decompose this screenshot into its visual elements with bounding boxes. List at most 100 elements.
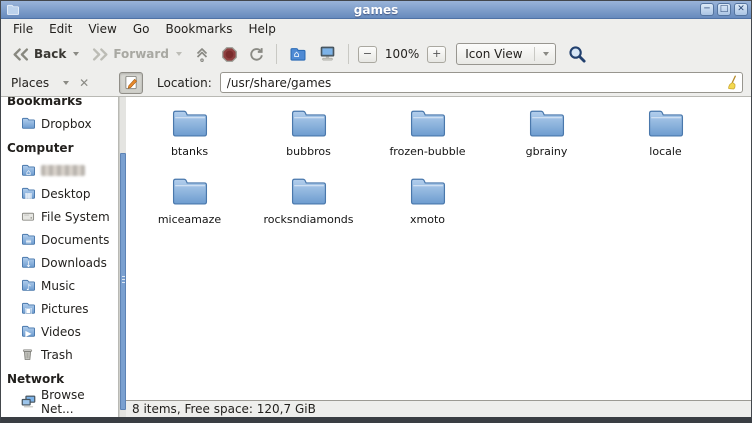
home-button[interactable]: ⌂ — [284, 44, 312, 65]
menu-go[interactable]: Go — [125, 20, 158, 38]
folder-label: gbrainy — [526, 145, 568, 158]
folder-label: rocksndiamonds — [263, 213, 353, 226]
sidebar-item-label: Trash — [41, 348, 73, 362]
sidebar-scrollbar-thumb[interactable] — [120, 153, 126, 410]
folder-icon — [526, 107, 568, 142]
sidebar-item-home[interactable]: ⌂ — [1, 159, 118, 182]
location-input[interactable] — [220, 72, 743, 93]
sidebar-item-documents[interactable]: ≡ Documents — [1, 228, 118, 251]
up-icon — [194, 46, 210, 63]
sidebar-item-downloads[interactable]: ↓Downloads — [1, 251, 118, 274]
back-dropdown-icon[interactable] — [73, 52, 79, 56]
redacted-username — [41, 165, 85, 176]
folder-label: frozen-bubble — [389, 145, 465, 158]
sidebar-section-header: Bookmarks — [1, 97, 118, 112]
folder-icon — [407, 175, 449, 210]
computer-icon — [319, 46, 336, 62]
view-mode-select[interactable]: Icon View — [456, 43, 556, 65]
maximize-button[interactable]: □ — [717, 3, 731, 16]
zoom-level: 100% — [385, 47, 419, 61]
sidebar-item-label: Documents — [41, 233, 109, 247]
folder-miceamaze[interactable]: miceamaze — [130, 175, 249, 239]
documents-folder-icon: ≡ — [21, 233, 36, 246]
forward-button[interactable]: Forward — [86, 44, 187, 64]
sidebar-item-label: Desktop — [41, 187, 91, 201]
sidebar-item-label: Dropbox — [41, 117, 92, 131]
folder-xmoto[interactable]: xmoto — [368, 175, 487, 239]
zoom-out-button[interactable]: − — [358, 46, 377, 63]
folder-icon — [645, 107, 687, 142]
back-icon — [12, 48, 30, 61]
sidebar-close-icon[interactable]: ✕ — [79, 76, 89, 90]
sidebar-item-desktop[interactable]: ▦ Desktop — [1, 182, 118, 205]
folder-icon — [169, 175, 211, 210]
forward-dropdown-icon[interactable] — [176, 52, 182, 56]
pictures-folder-icon: ▣ — [21, 302, 36, 315]
trash-icon — [21, 348, 36, 361]
folder-label: locale — [649, 145, 681, 158]
sidebar-item-videos[interactable]: ▶ Videos — [1, 320, 118, 343]
location-edit-toggle[interactable] — [119, 72, 143, 94]
sidebar-item-pictures[interactable]: ▣ Pictures — [1, 297, 118, 320]
sidebar-item-trash[interactable]: Trash — [1, 343, 118, 366]
computer-button[interactable] — [314, 43, 341, 65]
menu-bookmarks[interactable]: Bookmarks — [157, 20, 240, 38]
folder-btanks[interactable]: btanks — [130, 107, 249, 171]
menu-help[interactable]: Help — [241, 20, 284, 38]
folder-rocksndiamonds[interactable]: rocksndiamonds — [249, 175, 368, 239]
sidebar-item-dropbox[interactable]: Dropbox — [1, 112, 118, 135]
main-area: Bookmarks Dropbox Computer⌂ ▦ Desktop File Sy… — [1, 97, 751, 417]
downloads-folder-icon: ↓ — [21, 256, 36, 269]
folder-icon — [21, 117, 36, 130]
music-folder-icon: ♪ — [21, 279, 36, 292]
videos-folder-icon: ▶ — [21, 325, 36, 338]
sidebar-scrollbar[interactable] — [119, 97, 126, 417]
search-button[interactable] — [568, 45, 587, 64]
window-title: games — [1, 3, 751, 17]
toolbar: Back Forward — [1, 39, 751, 69]
filesystem-icon — [21, 210, 36, 223]
menu-edit[interactable]: Edit — [41, 20, 80, 38]
minimize-button[interactable]: ─ — [700, 3, 714, 16]
folder-locale[interactable]: locale — [606, 107, 725, 171]
desktop-folder-icon: ▦ — [21, 187, 36, 200]
file-manager-window: games ─ □ ✕ FileEditViewGoBookmarksHelp … — [0, 0, 752, 423]
location-label: Location: — [157, 76, 212, 90]
sidebar-item-label: Pictures — [41, 302, 89, 316]
sidebar-section-header: Network — [1, 366, 118, 390]
folder-gbrainy[interactable]: gbrainy — [487, 107, 606, 171]
places-selector[interactable]: Places — [11, 76, 49, 90]
sidebar-item-music[interactable]: ♪ Music — [1, 274, 118, 297]
edit-pencil-icon — [124, 75, 139, 90]
folder-icon — [288, 107, 330, 142]
sidebar-item-browse-net-[interactable]: Browse Net... — [1, 390, 118, 413]
reload-button[interactable] — [244, 44, 269, 65]
zoom-in-button[interactable]: + — [427, 46, 446, 63]
places-sidebar: Bookmarks Dropbox Computer⌂ ▦ Desktop File Sy… — [1, 97, 119, 417]
sidebar-item-label: Videos — [41, 325, 81, 339]
sidebar-item-label: Music — [41, 279, 75, 293]
view-mode-chevron-icon — [543, 52, 549, 56]
menu-file[interactable]: File — [5, 20, 41, 38]
folder-icon — [288, 175, 330, 210]
titlebar[interactable]: games ─ □ ✕ — [1, 1, 751, 19]
folder-icon — [169, 107, 211, 142]
sidebar-section-header: Computer — [1, 135, 118, 159]
forward-icon — [91, 48, 109, 61]
folder-label: btanks — [171, 145, 208, 158]
sidebar-item-label: Browse Net... — [41, 388, 116, 416]
folder-bubbros[interactable]: bubbros — [249, 107, 368, 171]
folder-view[interactable]: btanks bubbros frozen-bubble gbrainy locale m… — [126, 97, 751, 401]
folder-icon — [407, 107, 449, 142]
status-text: 8 items, Free space: 120,7 GiB — [132, 402, 316, 416]
close-button[interactable]: ✕ — [734, 3, 748, 16]
sidebar-item-file-system[interactable]: File System — [1, 205, 118, 228]
places-chevron-icon[interactable] — [63, 81, 69, 85]
stop-button[interactable] — [217, 44, 242, 65]
back-button[interactable]: Back — [7, 44, 84, 64]
up-button[interactable] — [189, 43, 215, 66]
clear-location-broom-icon[interactable] — [726, 75, 739, 90]
menu-view[interactable]: View — [80, 20, 124, 38]
search-icon — [568, 45, 587, 64]
folder-frozen-bubble[interactable]: frozen-bubble — [368, 107, 487, 171]
